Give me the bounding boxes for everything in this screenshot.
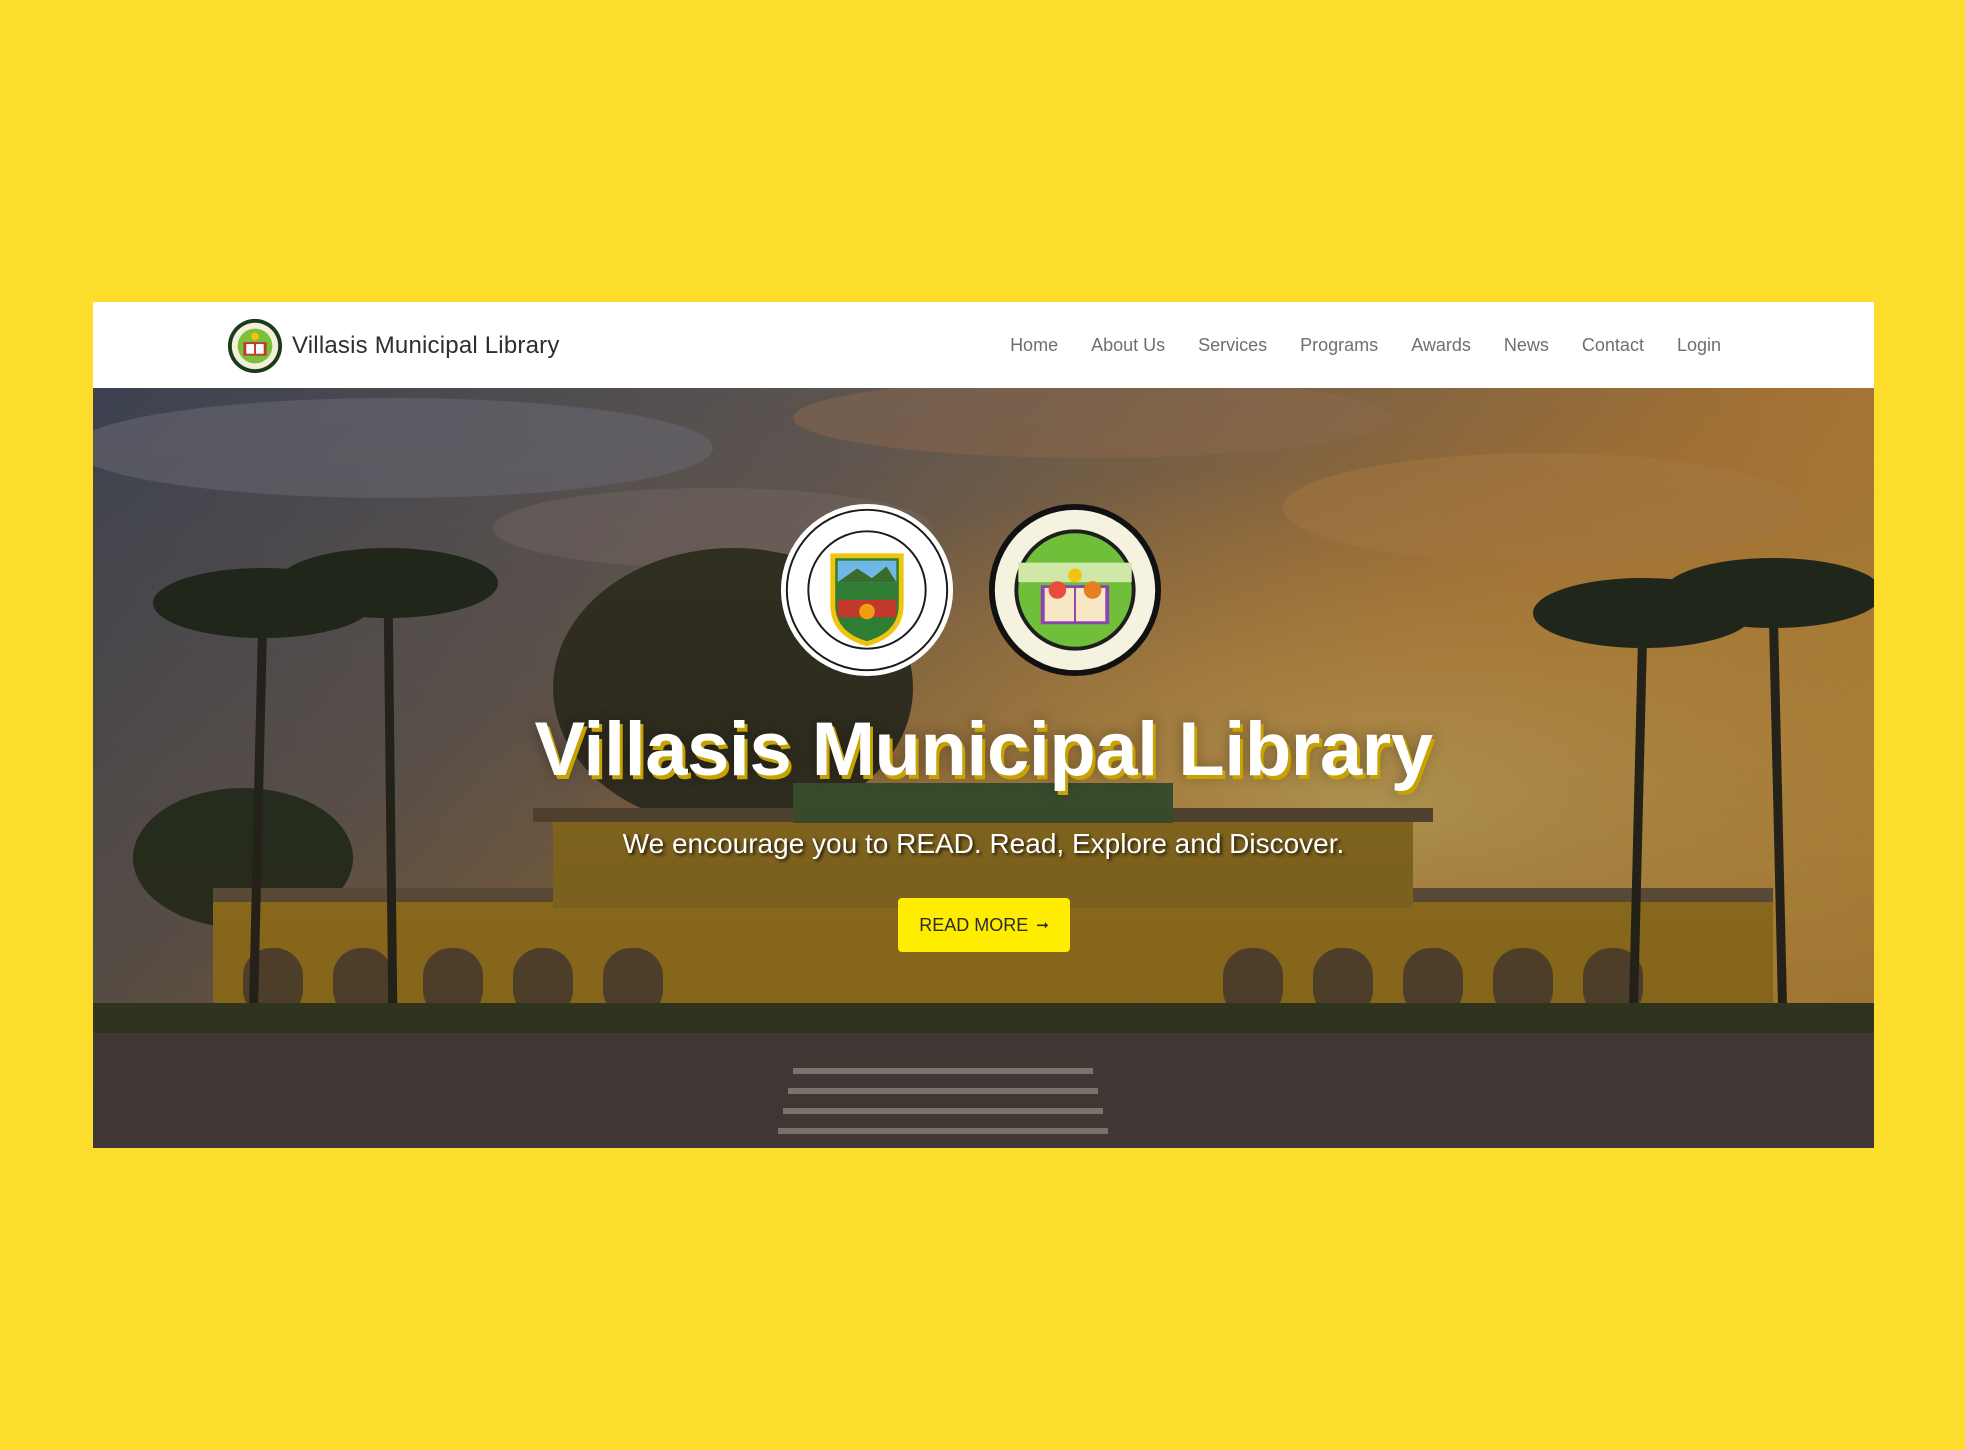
hero-subtitle: We encourage you to READ. Read, Explore …: [622, 828, 1345, 859]
nav-contact[interactable]: Contact: [1582, 335, 1644, 356]
town-seal-icon: [780, 503, 954, 677]
library-logo-icon: [227, 318, 283, 374]
brand-name: Villasis Municipal Library: [292, 332, 560, 359]
library-seal-icon: [988, 503, 1162, 677]
nav-services[interactable]: Services: [1198, 335, 1267, 356]
hero-section: Villasis Municipal Library We encourage …: [93, 388, 1874, 1148]
nav-programs[interactable]: Programs: [1300, 335, 1378, 356]
nav-news[interactable]: News: [1504, 335, 1549, 356]
navbar: Villasis Municipal Library Home About Us…: [93, 302, 1874, 388]
browser-viewport: Villasis Municipal Library Home About Us…: [93, 302, 1874, 1148]
read-more-label: READ MORE: [919, 914, 1029, 935]
nav-login[interactable]: Login: [1677, 335, 1721, 356]
arrow-right-icon: ➞: [1036, 917, 1049, 934]
nav-awards[interactable]: Awards: [1411, 335, 1471, 356]
nav-menu: Home About Us Services Programs Awards N…: [1010, 302, 1721, 388]
nav-about-us[interactable]: About Us: [1091, 335, 1165, 356]
read-more-button[interactable]: READ MORE ➞: [898, 898, 1070, 952]
nav-home[interactable]: Home: [1010, 335, 1058, 356]
hero-title: Villasis Municipal Library: [534, 707, 1433, 792]
brand[interactable]: Villasis Municipal Library: [226, 316, 560, 376]
